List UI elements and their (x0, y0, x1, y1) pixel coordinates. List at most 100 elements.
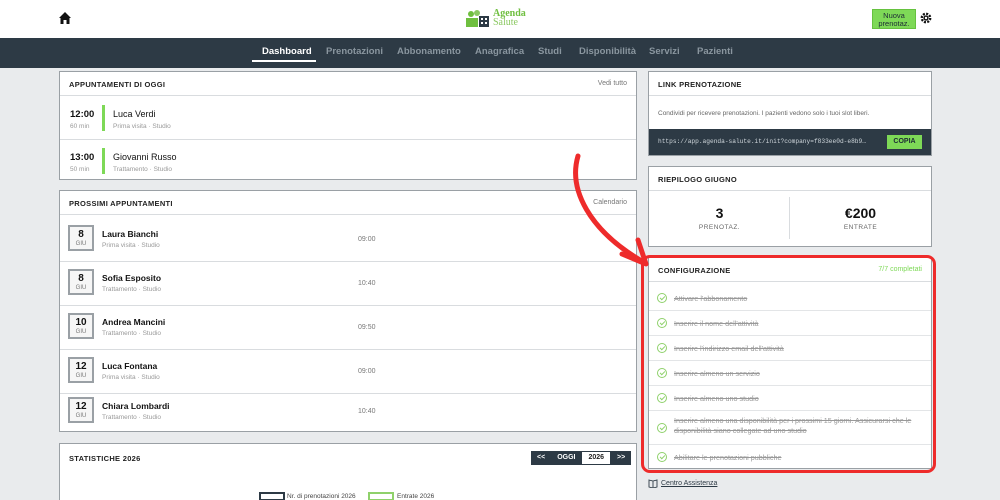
appointment-marker (102, 148, 105, 174)
appointment-detail: Trattamento · Studio (113, 166, 173, 173)
booking-link-description: Condividi per ricevere prenotazioni. I p… (658, 110, 870, 117)
highlight-box (641, 255, 936, 473)
logo-text: Agenda Salute (493, 9, 526, 28)
upcoming-item[interactable]: 8 GIU Laura Bianchi Prima visita · Studi… (60, 217, 636, 261)
today-button[interactable]: OGGI (551, 451, 581, 465)
panel-title: STATISTICHE 2026 (69, 454, 141, 463)
panel-title: RIEPILOGO GIUGNO (658, 175, 737, 184)
gear-icon[interactable] (920, 12, 932, 24)
appointment-detail: Prima visita · Studio (113, 123, 171, 130)
home-icon[interactable] (58, 11, 72, 25)
appointment-detail: Prima visita · Studio (102, 374, 160, 381)
panel-title: APPUNTAMENTI DI OGGI (69, 80, 166, 89)
appointment-time: 09:00 (358, 236, 376, 243)
date-month: GIU (75, 373, 87, 379)
date-month: GIU (75, 285, 87, 291)
booking-url[interactable]: https://app.agenda-salute.it/init?compan… (658, 138, 866, 145)
tab-prenotazioni[interactable]: Prenotazioni (326, 46, 383, 57)
date-day: 8 (78, 229, 84, 240)
patient-name: Giovanni Russo (113, 152, 177, 162)
appointment-time: 10:40 (358, 280, 376, 287)
logo-mark-icon (466, 10, 489, 27)
date-badge: 12 GIU (68, 357, 94, 383)
prev-year-button[interactable]: << (531, 451, 551, 465)
logo-line2: Salute (493, 17, 518, 28)
year-controls: << OGGI 2026 >> (531, 451, 632, 465)
new-booking-label-2: prenotaz. (878, 19, 910, 28)
appointment-detail: Trattamento · Studio (102, 286, 162, 293)
upcoming-item[interactable]: 10 GIU Andrea Mancini Trattamento · Stud… (60, 305, 636, 349)
date-month: GIU (75, 241, 87, 247)
main-nav: Dashboard Prenotazioni Abbonamento Anagr… (0, 38, 1000, 68)
panel-header: APPUNTAMENTI DI OGGI Vedi tutto (60, 72, 636, 96)
appointment-item[interactable]: 13:00 50 min Giovanni Russo Trattamento … (60, 140, 636, 182)
tab-studi[interactable]: Studi (538, 46, 562, 57)
tab-anagrafica[interactable]: Anagrafica (475, 46, 524, 57)
appointment-time: 09:50 (358, 324, 376, 331)
upcoming-item[interactable]: 12 GIU Luca Fontana Prima visita · Studi… (60, 349, 636, 393)
panel-title: LINK PRENOTAZIONE (658, 80, 742, 89)
upcoming-appointments-panel: PROSSIMI APPUNTAMENTI Calendario 8 GIU L… (59, 190, 637, 432)
date-day: 10 (75, 317, 87, 328)
date-badge: 10 GIU (68, 313, 94, 339)
tab-disponibilita[interactable]: Disponibilità (579, 46, 636, 57)
date-day: 8 (78, 273, 84, 284)
summary-panel: RIEPILOGO GIUGNO 3 PRENOTAZ. €200 ENTRAT… (648, 166, 932, 247)
tab-pazienti[interactable]: Pazienti (697, 46, 733, 57)
active-tab-indicator (252, 60, 316, 62)
revenue-label: ENTRATE (843, 224, 878, 231)
date-day: 12 (75, 361, 87, 372)
upcoming-item[interactable]: 8 GIU Sofia Esposito Trattamento · Studi… (60, 261, 636, 305)
upcoming-item[interactable]: 12 GIU Chiara Lombardi Trattamento · Stu… (60, 389, 636, 433)
appointment-detail: Prima visita · Studio (102, 242, 160, 249)
panel-header: RIEPILOGO GIUGNO (649, 167, 931, 191)
panel-header: LINK PRENOTAZIONE (649, 72, 931, 96)
annotation-arrow-icon (573, 153, 649, 267)
appointment-time: 12:00 (70, 109, 95, 120)
bookings-summary: 3 PRENOTAZ. (649, 191, 790, 246)
date-month: GIU (75, 413, 87, 419)
book-icon (648, 479, 658, 488)
tab-dashboard[interactable]: Dashboard (262, 46, 312, 57)
appointment-duration: 50 min (70, 166, 90, 173)
appointment-time: 09:00 (358, 368, 376, 375)
stats-panel: STATISTICHE 2026 << OGGI 2026 >> Nr. di … (59, 443, 637, 500)
app-logo[interactable]: Agenda Salute (464, 8, 526, 28)
appointment-marker (102, 105, 105, 131)
top-bar: Agenda Salute Nuova prenotaz. (0, 0, 1000, 38)
tab-abbonamento[interactable]: Abbonamento (397, 46, 461, 57)
panel-title: PROSSIMI APPUNTAMENTI (69, 199, 173, 208)
tab-servizi[interactable]: Servizi (649, 46, 680, 57)
patient-name: Luca Verdi (113, 109, 156, 119)
next-year-button[interactable]: >> (611, 451, 631, 465)
appointment-duration: 60 min (70, 123, 90, 130)
date-badge: 12 GIU (68, 397, 94, 423)
new-booking-button[interactable]: Nuova prenotaz. (872, 9, 916, 29)
revenue-summary: €200 ENTRATE (790, 191, 931, 246)
date-day: 12 (75, 401, 87, 412)
appointment-detail: Trattamento · Studio (102, 330, 162, 337)
patient-name: Andrea Mancini (102, 317, 166, 327)
patient-name: Chiara Lombardi (102, 401, 170, 411)
copy-button[interactable]: COPIA (887, 135, 922, 149)
booking-url-bar: https://app.agenda-salute.it/init?compan… (649, 129, 931, 155)
legend-swatch-bookings (259, 492, 285, 500)
appointment-time: 10:40 (358, 408, 376, 415)
legend-label-bookings: Nr. di prenotazioni 2026 (287, 493, 356, 500)
revenue-amount: €200 (844, 205, 877, 221)
help-center-link[interactable]: Centro Assistenza (661, 480, 717, 487)
year-display: 2026 (581, 451, 612, 465)
date-badge: 8 GIU (68, 269, 94, 295)
date-month: GIU (75, 329, 87, 335)
patient-name: Laura Bianchi (102, 229, 159, 239)
booking-link-panel: LINK PRENOTAZIONE Condividi per ricevere… (648, 71, 932, 156)
appointment-detail: Trattamento · Studio (102, 414, 162, 421)
appointment-item[interactable]: 12:00 60 min Luca Verdi Prima visita · S… (60, 97, 636, 139)
bookings-count: 3 (715, 205, 724, 221)
legend-swatch-revenue (368, 492, 394, 500)
date-badge: 8 GIU (68, 225, 94, 251)
appointment-time: 13:00 (70, 152, 95, 163)
bookings-label: PRENOTAZ. (698, 224, 741, 231)
view-all-link[interactable]: Vedi tutto (598, 80, 627, 87)
panel-header: PROSSIMI APPUNTAMENTI Calendario (60, 191, 636, 215)
